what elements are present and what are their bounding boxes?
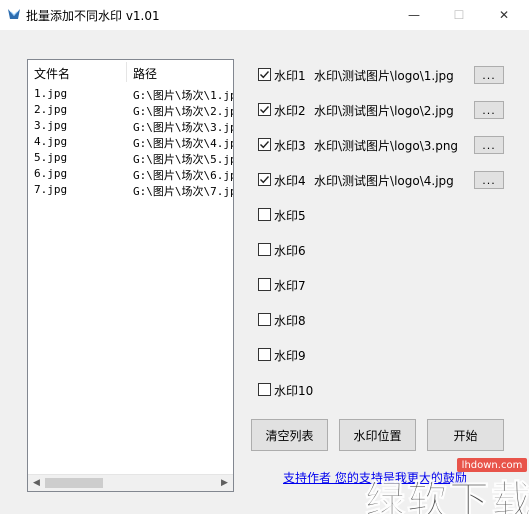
watermark-3-path: 水印\测试图片\logo\3.png [314, 139, 459, 153]
watermark-3-label[interactable]: 水印3 [274, 137, 306, 154]
watermark-3-checkbox[interactable] [258, 138, 271, 151]
file-path: G:\图片\场次\6.jpg [133, 169, 234, 182]
watermark-2-label[interactable]: 水印2 [274, 102, 306, 119]
file-path: G:\图片\场次\4.jpg [133, 137, 234, 150]
close-button[interactable]: ✕ [482, 0, 526, 30]
watermark-1-path: 水印\测试图片\logo\1.jpg [314, 69, 454, 83]
minimize-button[interactable]: — [392, 0, 436, 30]
watermark-5-label[interactable]: 水印5 [274, 207, 306, 224]
list-item[interactable]: 6.jpg G:\图片\场次\6.jpg [28, 166, 233, 182]
watermark-position-button[interactable]: 水印位置 [339, 419, 416, 451]
watermark-4-label[interactable]: 水印4 [274, 172, 306, 189]
watermark-4-checkbox[interactable] [258, 173, 271, 186]
clear-list-button[interactable]: 清空列表 [251, 419, 328, 451]
watermark-2-path: 水印\测试图片\logo\2.jpg [314, 104, 454, 118]
site-watermark-logo: 绿软下载 [365, 478, 529, 514]
file-path: G:\图片\场次\1.jpg [133, 89, 234, 102]
checkmark-icon [260, 176, 270, 184]
arrow-right-icon: ▶ [221, 478, 228, 488]
checkmark-icon [260, 106, 270, 114]
watermark-9-checkbox[interactable] [258, 348, 271, 361]
file-name: 6.jpg [34, 167, 68, 180]
scroll-thumb[interactable] [45, 478, 103, 488]
title-bar: 批量添加不同水印 v1.01 — ☐ ✕ [0, 0, 529, 30]
window-title: 批量添加不同水印 v1.01 [26, 9, 160, 23]
watermark-7-checkbox[interactable] [258, 278, 271, 291]
watermark-8-label[interactable]: 水印8 [274, 312, 306, 329]
watermark-3-browse-button[interactable]: ... [474, 136, 504, 154]
maximize-icon: ☐ [453, 8, 465, 22]
column-header-filename[interactable]: 文件名 [34, 65, 70, 82]
watermark-2-browse-button[interactable]: ... [474, 101, 504, 119]
file-name: 7.jpg [34, 183, 68, 196]
list-item[interactable]: 5.jpg G:\图片\场次\5.jpg [28, 150, 233, 166]
watermark-6-checkbox[interactable] [258, 243, 271, 256]
maximize-button[interactable]: ☐ [437, 0, 481, 30]
file-path: G:\图片\场次\7.jpg [133, 185, 234, 198]
list-header: 文件名 路径 [28, 60, 233, 84]
arrow-left-icon: ◀ [33, 478, 40, 488]
list-item[interactable]: 3.jpg G:\图片\场次\3.jpg [28, 118, 233, 134]
list-item[interactable]: 1.jpg G:\图片\场次\1.jpg [28, 86, 233, 102]
watermark-10-label[interactable]: 水印10 [274, 382, 313, 399]
watermark-8-checkbox[interactable] [258, 313, 271, 326]
watermark-4-browse-button[interactable]: ... [474, 171, 504, 189]
watermark-4-path: 水印\测试图片\logo\4.jpg [314, 174, 454, 188]
checkmark-icon [260, 141, 270, 149]
file-path: G:\图片\场次\5.jpg [133, 153, 234, 166]
list-item[interactable]: 2.jpg G:\图片\场次\2.jpg [28, 102, 233, 118]
column-divider[interactable] [126, 62, 127, 82]
scroll-left-button[interactable]: ◀ [28, 475, 45, 491]
watermark-10-checkbox[interactable] [258, 383, 271, 396]
watermark-5-checkbox[interactable] [258, 208, 271, 221]
horizontal-scrollbar[interactable]: ◀ ▶ [28, 474, 233, 491]
file-name: 2.jpg [34, 103, 68, 116]
watermark-9-label[interactable]: 水印9 [274, 347, 306, 364]
watermark-2-checkbox[interactable] [258, 103, 271, 116]
file-name: 1.jpg [34, 87, 68, 100]
list-rows: 1.jpg G:\图片\场次\1.jpg 2.jpg G:\图片\场次\2.jpg … [28, 86, 233, 198]
file-path: G:\图片\场次\2.jpg [133, 105, 234, 118]
column-header-path[interactable]: 路径 [133, 65, 157, 82]
list-item[interactable]: 4.jpg G:\图片\场次\4.jpg [28, 134, 233, 150]
list-item[interactable]: 7.jpg G:\图片\场次\7.jpg [28, 182, 233, 198]
watermark-1-browse-button[interactable]: ... [474, 66, 504, 84]
file-path: G:\图片\场次\3.jpg [133, 121, 234, 134]
file-name: 4.jpg [34, 135, 68, 148]
file-name: 5.jpg [34, 151, 68, 164]
checkmark-icon [260, 71, 270, 79]
watermark-1-checkbox[interactable] [258, 68, 271, 81]
watermark-7-label[interactable]: 水印7 [274, 277, 306, 294]
minimize-icon: — [408, 8, 420, 22]
scroll-right-button[interactable]: ▶ [216, 475, 233, 491]
close-icon: ✕ [498, 8, 510, 22]
file-list[interactable]: 文件名 路径 1.jpg G:\图片\场次\1.jpg 2.jpg G:\图片\场次… [27, 59, 234, 492]
watermark-1-label[interactable]: 水印1 [274, 67, 306, 84]
watermark-6-label[interactable]: 水印6 [274, 242, 306, 259]
client-area: 文件名 路径 1.jpg G:\图片\场次\1.jpg 2.jpg G:\图片\场次… [0, 30, 529, 514]
file-name: 3.jpg [34, 119, 68, 132]
start-button[interactable]: 开始 [427, 419, 504, 451]
app-icon [8, 9, 20, 19]
